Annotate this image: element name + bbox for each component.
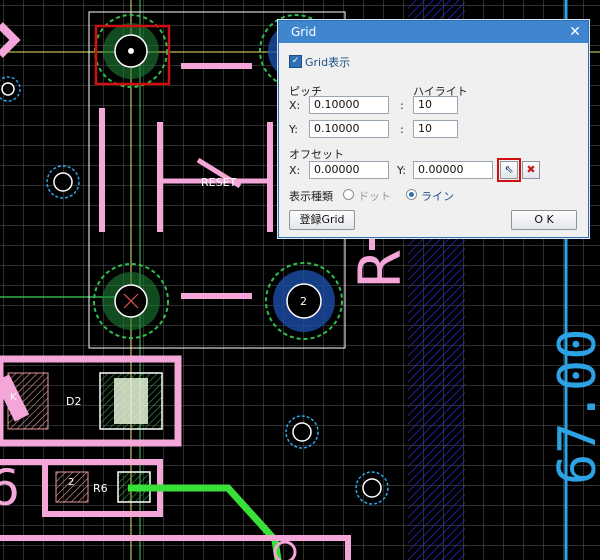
reset-label: RESET bbox=[201, 176, 237, 189]
d2-label: D2 bbox=[66, 395, 81, 408]
dot-label: ドット bbox=[358, 190, 391, 203]
dot-radio[interactable] bbox=[343, 189, 354, 200]
grid-display-label: Grid表示 bbox=[305, 56, 351, 69]
colon-label: : bbox=[400, 123, 404, 136]
offset-y-input[interactable]: 0.00000 bbox=[413, 161, 493, 179]
register-grid-button[interactable]: 登録Grid bbox=[289, 210, 355, 230]
line-label: ライン bbox=[421, 190, 454, 203]
pick-offset-button[interactable]: ⇖ bbox=[497, 158, 521, 182]
pitch-x-label: X: bbox=[289, 99, 301, 112]
offset-label: オフセット bbox=[289, 148, 344, 161]
pitch-y-input[interactable]: 0.10000 bbox=[309, 120, 389, 138]
svg-text:K: K bbox=[10, 392, 17, 403]
offset-y-label: Y: bbox=[397, 164, 406, 177]
dialog-titlebar[interactable]: Grid ✕ bbox=[279, 21, 588, 43]
pitch-y-label: Y: bbox=[289, 123, 298, 136]
offset-x-input[interactable]: 0.00000 bbox=[309, 161, 389, 179]
grid-display-checkbox[interactable]: ✓ bbox=[289, 55, 302, 68]
delete-x-icon: ✖ bbox=[526, 163, 536, 176]
arrow-cursor-icon: ⇖ bbox=[504, 163, 514, 176]
highlight-y-input[interactable]: 10 bbox=[413, 120, 458, 138]
offset-x-label: X: bbox=[289, 164, 301, 177]
r6-label: R6 bbox=[93, 482, 108, 495]
dialog-title: Grid bbox=[291, 25, 317, 39]
svg-text:2: 2 bbox=[300, 295, 307, 308]
silk-six: 6 bbox=[0, 459, 20, 517]
close-icon[interactable]: ✕ bbox=[568, 21, 582, 43]
grid-dialog: Grid ✕ ✓ Grid表示 ピッチ ハイライト X: 0.10000 : 1… bbox=[278, 20, 589, 238]
line-radio[interactable] bbox=[406, 189, 417, 200]
ok-button[interactable]: O K bbox=[511, 210, 577, 230]
highlight-x-input[interactable]: 10 bbox=[413, 96, 458, 114]
dimension-text: 67.00 bbox=[548, 328, 600, 485]
clear-offset-button[interactable]: ✖ bbox=[522, 161, 540, 179]
display-type-label: 表示種類 bbox=[289, 190, 333, 203]
silk-r: R bbox=[346, 249, 414, 289]
svg-text:2: 2 bbox=[68, 477, 74, 488]
colon-label: : bbox=[400, 99, 404, 112]
pitch-x-input[interactable]: 0.10000 bbox=[309, 96, 389, 114]
